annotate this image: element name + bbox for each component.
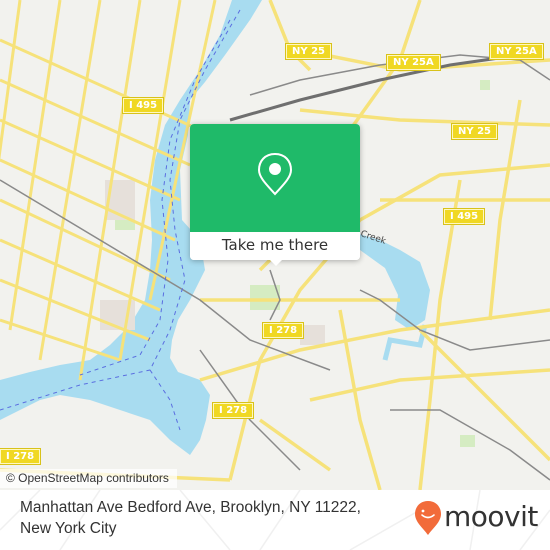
built-area: [300, 325, 325, 345]
route-shield-i495: I 495: [444, 209, 485, 224]
take-me-there-button[interactable]: Take me there: [222, 236, 328, 254]
route-shield-ny25a: NY 25A: [490, 44, 543, 59]
brand-name: moovit: [444, 500, 538, 533]
route-shield-i278: I 278: [213, 403, 254, 418]
route-shield-ny25: NY 25: [286, 44, 332, 59]
map-attribution[interactable]: © OpenStreetMap contributors: [0, 469, 177, 488]
route-shield-i278: I 278: [0, 449, 41, 464]
popup-footer: Take me there: [190, 232, 360, 260]
rail-lines: [0, 54, 550, 481]
address-line-1: Manhattan Ave Bedford Ave, Brooklyn, NY …: [20, 499, 361, 516]
address-line-2: New York City: [20, 520, 117, 537]
route-shield-i495: I 495: [123, 98, 164, 113]
popup-header: [190, 124, 360, 232]
route-shield-ny25a: NY 25A: [387, 55, 440, 70]
footer: Manhattan Ave Bedford Ave, Brooklyn, NY …: [0, 490, 550, 550]
moovit-pin-icon: [415, 501, 441, 535]
popup-pointer: [268, 258, 284, 266]
park: [460, 435, 475, 447]
route-shield-ny25: NY 25: [452, 124, 498, 139]
location-popup: Take me there: [190, 124, 360, 266]
route-shield-i278: I 278: [263, 323, 304, 338]
location-pin-icon: [257, 152, 293, 196]
map-view[interactable]: NY 25 NY 25A NY 25A NY 25 I 495 I 495 I …: [0, 0, 550, 490]
park: [480, 80, 490, 90]
address-text: Manhattan Ave Bedford Ave, Brooklyn, NY …: [20, 497, 400, 539]
